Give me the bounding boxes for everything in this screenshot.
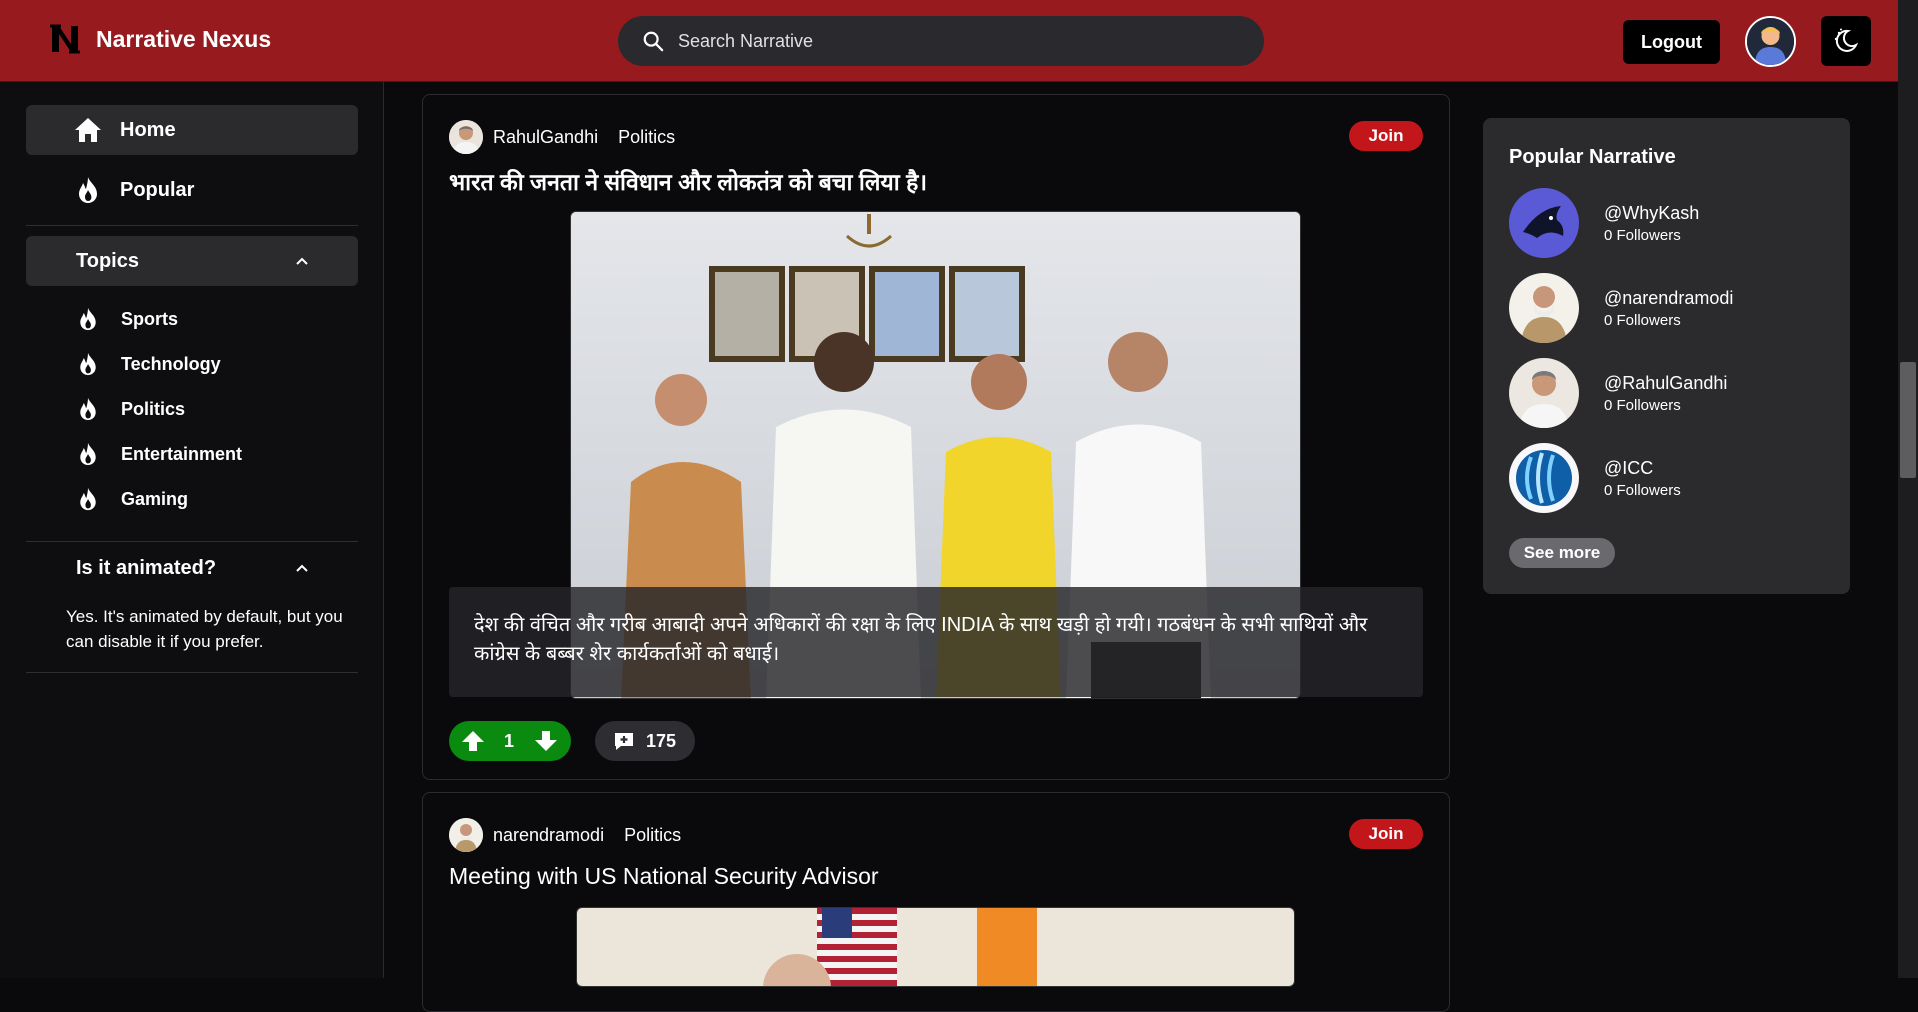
- see-more-button[interactable]: See more: [1509, 538, 1615, 568]
- popular-followers: 0 Followers: [1604, 227, 1681, 244]
- topic-label: Technology: [121, 353, 221, 374]
- user-avatar-button[interactable]: [1745, 16, 1796, 67]
- rahulgandhi-avatar[interactable]: [1509, 358, 1579, 428]
- sidebar-item-label: Popular: [120, 178, 195, 201]
- vote-count: 1: [504, 730, 515, 751]
- popular-list-item[interactable]: @RahulGandhi 0 Followers: [1509, 358, 1829, 428]
- flame-icon: [80, 442, 96, 466]
- chevron-up-icon: [296, 257, 308, 265]
- person-avatar-icon: [449, 818, 483, 852]
- person-avatar-icon: [449, 120, 483, 154]
- comment-count: 175: [646, 730, 677, 751]
- popular-handle[interactable]: @WhyKash: [1604, 203, 1699, 224]
- sidebar-item-label: Home: [120, 118, 176, 141]
- sidebar-item-technology[interactable]: Technology: [26, 344, 358, 384]
- popular-handle[interactable]: @RahulGandhi: [1604, 373, 1727, 394]
- post-topic[interactable]: Politics: [624, 825, 681, 846]
- brand[interactable]: Narrative Nexus: [48, 22, 271, 56]
- user-avatar-icon: [1747, 18, 1794, 65]
- popular-followers: 0 Followers: [1604, 312, 1681, 329]
- sidebar-item-popular[interactable]: Popular: [26, 165, 358, 215]
- icc-avatar[interactable]: [1509, 443, 1579, 513]
- comment-plus-icon: [615, 733, 633, 750]
- flame-icon: [79, 177, 97, 203]
- moon-stars-icon: [1834, 28, 1859, 52]
- sidebar-item-home[interactable]: Home: [26, 105, 358, 155]
- post-caption: देश की वंचित और गरीब आबादी अपने अधिकारों…: [449, 587, 1423, 697]
- sidebar-item-sports[interactable]: Sports: [26, 299, 358, 339]
- scrollbar-thumb[interactable]: [1900, 362, 1916, 478]
- narendramodi-avatar[interactable]: [1509, 273, 1579, 343]
- post-author-name[interactable]: narendramodi: [493, 825, 604, 846]
- topics-heading: Topics: [76, 249, 139, 272]
- popular-list-item[interactable]: @WhyKash 0 Followers: [1509, 188, 1829, 258]
- popular-list-item[interactable]: @narendramodi 0 Followers: [1509, 273, 1829, 343]
- post-image[interactable]: [576, 907, 1295, 987]
- faq-answer: Yes. It's animated by default, but you c…: [66, 607, 343, 651]
- topic-label: Sports: [121, 308, 179, 329]
- popular-handle[interactable]: @ICC: [1604, 458, 1653, 479]
- popular-narrative-panel: Popular Narrative @WhyKash 0 Followers @…: [1483, 118, 1850, 594]
- sidebar-item-politics[interactable]: Politics: [26, 389, 358, 429]
- post-author-avatar[interactable]: [449, 818, 483, 852]
- person-avatar-icon: [1509, 273, 1579, 343]
- sidebar-divider: [26, 541, 358, 542]
- search-input[interactable]: [678, 30, 1238, 52]
- chevron-up-icon: [296, 564, 308, 572]
- panel-title: Popular Narrative: [1509, 146, 1676, 168]
- popular-followers: 0 Followers: [1604, 397, 1681, 414]
- brand-logo-icon: [50, 24, 80, 54]
- downvote-arrow-icon[interactable]: [534, 729, 558, 753]
- left-sidebar: Home Popular Topics Sports Technology Po…: [0, 82, 384, 978]
- post-title: Meeting with US National Security Adviso…: [449, 863, 879, 889]
- comments-button[interactable]: 175: [595, 721, 695, 761]
- join-button[interactable]: Join: [1349, 121, 1423, 151]
- post-author-name[interactable]: RahulGandhi: [493, 127, 598, 148]
- search-icon: [643, 31, 664, 52]
- popular-list-item[interactable]: @ICC 0 Followers: [1509, 443, 1829, 513]
- home-icon: [75, 118, 101, 142]
- popular-followers: 0 Followers: [1604, 482, 1681, 499]
- post-author-avatar[interactable]: [449, 120, 483, 154]
- upvote-arrow-icon[interactable]: [461, 729, 485, 753]
- sidebar-divider: [26, 225, 358, 226]
- post-header: narendramodi Politics: [449, 817, 681, 853]
- whykash-avatar[interactable]: [1509, 188, 1579, 258]
- faq-question: Is it animated?: [76, 556, 217, 579]
- logout-button[interactable]: Logout: [1623, 20, 1720, 64]
- sidebar-item-gaming[interactable]: Gaming: [26, 479, 358, 519]
- popular-handle[interactable]: @narendramodi: [1604, 288, 1733, 309]
- person-avatar-icon: [1509, 358, 1579, 428]
- join-button[interactable]: Join: [1349, 819, 1423, 849]
- theme-toggle-button[interactable]: [1821, 16, 1871, 66]
- icc-logo-icon: [1509, 443, 1579, 513]
- post-card: narendramodi Politics Join Meeting with …: [422, 792, 1450, 1012]
- sidebar-item-entertainment[interactable]: Entertainment: [26, 434, 358, 474]
- flame-icon: [80, 307, 96, 331]
- shark-logo-icon: [1509, 188, 1579, 258]
- post-card: RahulGandhi Politics Join भारत की जनता न…: [422, 94, 1450, 780]
- post-topic[interactable]: Politics: [618, 127, 675, 148]
- post-title: भारत की जनता ने संविधान और लोकतंत्र को ब…: [449, 169, 928, 195]
- flame-icon: [80, 487, 96, 511]
- brand-name: Narrative Nexus: [96, 25, 272, 52]
- post-photo: [577, 908, 1294, 986]
- sidebar-divider: [26, 672, 358, 673]
- top-header: Narrative Nexus Logout: [0, 0, 1898, 82]
- topic-label: Politics: [121, 398, 186, 419]
- post-header: RahulGandhi Politics: [449, 119, 675, 155]
- faq-toggle[interactable]: Is it animated?: [26, 543, 358, 593]
- search-bar[interactable]: [618, 16, 1264, 66]
- vote-control: 1: [449, 721, 571, 761]
- topic-label: Gaming: [121, 488, 189, 509]
- page-scrollbar[interactable]: [1898, 0, 1918, 978]
- flame-icon: [80, 352, 96, 376]
- flame-icon: [80, 397, 96, 421]
- topic-label: Entertainment: [121, 443, 243, 464]
- topics-toggle[interactable]: Topics: [26, 236, 358, 286]
